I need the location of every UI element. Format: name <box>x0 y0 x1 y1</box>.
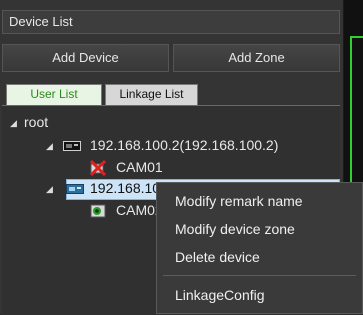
expand-icon[interactable]: ◢ <box>46 141 53 152</box>
tree-device-item[interactable]: ◢ 192.168.100.2(192.168.100.2) <box>46 137 342 155</box>
camera-offline-icon <box>90 160 106 176</box>
expand-icon[interactable]: ◢ <box>46 184 53 195</box>
menu-item-modify-remark-name[interactable]: Modify remark name <box>175 193 303 209</box>
add-zone-button[interactable]: Add Zone <box>173 44 340 72</box>
device-label: 192.168.100.2(192.168.100.2) <box>90 137 279 153</box>
tab-linkage-list[interactable]: Linkage List <box>105 84 198 105</box>
panel-title: Device List <box>2 10 340 34</box>
menu-item-modify-device-zone[interactable]: Modify device zone <box>175 221 295 237</box>
tab-user-list[interactable]: User List <box>6 84 102 105</box>
camera-online-icon <box>90 204 106 218</box>
menu-item-delete-device[interactable]: Delete device <box>175 249 260 265</box>
camera-label: CAM01 <box>116 159 163 175</box>
dvr-icon <box>66 184 84 194</box>
menu-separator <box>163 275 356 276</box>
toolbar: Add Device Add Zone <box>2 44 340 72</box>
context-menu: Modify remark name Modify device zone De… <box>156 182 363 314</box>
dvr-icon <box>63 141 81 151</box>
menu-item-linkage-config[interactable]: LinkageConfig <box>175 287 265 303</box>
expand-icon[interactable]: ◢ <box>10 118 17 129</box>
tree-root-label: root <box>24 114 49 130</box>
add-device-button[interactable]: Add Device <box>2 44 169 72</box>
